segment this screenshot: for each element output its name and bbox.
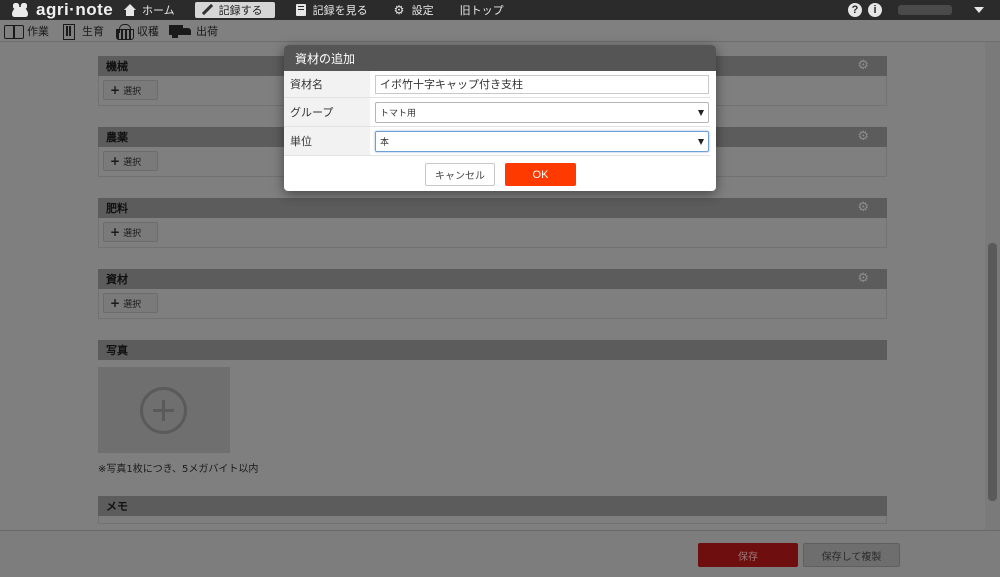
frog-logo-icon — [10, 3, 30, 17]
select-button-label: 選択 — [123, 228, 142, 239]
photo-size-note: ※写真1枚につき、5メガバイト以内 — [98, 464, 259, 475]
material-name-row: 資材名 イボ竹十字キャップ付き支柱 — [284, 71, 710, 98]
book-icon — [295, 4, 307, 16]
select-materials-button[interactable]: + 選択 — [103, 293, 158, 313]
dropdown-arrow-icon — [698, 109, 704, 116]
nav-record-label: 記録する — [218, 4, 263, 17]
group-selected-value: トマト用 — [380, 108, 417, 119]
section-title: 機械 — [106, 60, 128, 73]
record-type-bar: 作業 生育 収穫 出荷 — [0, 20, 1000, 42]
user-name-redacted[interactable] — [898, 5, 952, 15]
select-machinery-button[interactable]: + 選択 — [103, 80, 158, 100]
section-title: 肥料 — [106, 202, 128, 215]
section-memo: メモ — [98, 496, 887, 524]
plus-icon: + — [110, 154, 121, 168]
top-navigation-bar: agri·note ホーム 記録する 記録を見る ⚙ 設定 旧トップ ? i — [0, 0, 1000, 20]
unit-label: 単位 — [284, 127, 370, 155]
subnav-shipping-label: 出荷 — [196, 24, 218, 38]
gear-icon[interactable]: ⚙ — [857, 201, 869, 214]
form-action-bar: 保存 保存して複製 — [0, 530, 1000, 577]
photo-upload-area[interactable] — [98, 367, 230, 453]
select-pesticide-button[interactable]: + 選択 — [103, 151, 158, 171]
nav-record[interactable]: 記録する — [194, 2, 275, 18]
plus-icon: + — [110, 296, 121, 310]
logo-text: agri·note — [36, 0, 114, 19]
section-body: + 選択 — [98, 289, 887, 319]
main-nav: ホーム 記録する 記録を見る ⚙ 設定 旧トップ — [118, 0, 524, 20]
dialog-actions: キャンセル OK — [284, 156, 716, 191]
chevron-down-icon[interactable] — [974, 7, 984, 13]
subnav-harvest[interactable]: 収穫 — [114, 23, 159, 40]
section-materials: 資材 ⚙ + 選択 — [98, 269, 887, 319]
nav-home-label: ホーム — [142, 4, 175, 17]
plus-icon: + — [110, 83, 121, 97]
add-material-dialog: 資材の追加 資材名 イボ竹十字キャップ付き支柱 グループ トマト用 単位 本 キ… — [284, 45, 716, 191]
subnav-shipping[interactable]: 出荷 — [169, 23, 218, 39]
help-icon[interactable]: ? — [848, 3, 862, 17]
section-title: 写真 — [106, 344, 128, 357]
nav-old-top-label: 旧トップ — [459, 4, 504, 17]
nav-home[interactable]: ホーム — [118, 2, 181, 18]
basket-icon — [114, 23, 134, 40]
nav-view-records-label: 記録を見る — [312, 4, 368, 17]
subnav-growth[interactable]: 生育 — [59, 23, 104, 40]
section-title: 農薬 — [106, 131, 128, 144]
material-name-input[interactable]: イボ竹十字キャップ付き支柱 — [375, 74, 709, 94]
section-body: ※写真1枚につき、5メガバイト以内 — [98, 367, 887, 475]
group-row: グループ トマト用 — [284, 98, 710, 127]
book-open-icon — [4, 24, 24, 39]
subnav-work[interactable]: 作業 — [4, 23, 49, 39]
truck-icon — [169, 24, 193, 38]
material-name-label: 資材名 — [284, 71, 370, 97]
ruler-icon — [59, 23, 79, 40]
nav-view-records[interactable]: 記録を見る — [289, 2, 374, 18]
top-right-tools: ? i — [842, 0, 1000, 20]
unit-select[interactable]: 本 — [375, 130, 709, 152]
pencil-icon — [201, 4, 213, 16]
subnav-work-label: 作業 — [27, 24, 49, 38]
subnav-harvest-label: 収穫 — [137, 24, 159, 38]
select-button-label: 選択 — [123, 299, 142, 310]
unit-selected-value: 本 — [380, 137, 390, 148]
cancel-button[interactable]: キャンセル — [425, 163, 495, 186]
section-title: 資材 — [106, 273, 128, 286]
memo-textarea[interactable] — [98, 516, 887, 524]
info-icon[interactable]: i — [868, 3, 882, 17]
select-button-label: 選択 — [123, 157, 142, 168]
nav-old-top[interactable]: 旧トップ — [454, 2, 510, 18]
dialog-title: 資材の追加 — [284, 45, 716, 71]
select-button-label: 選択 — [123, 86, 142, 97]
unit-row: 単位 本 — [284, 127, 710, 156]
gear-icon[interactable]: ⚙ — [857, 272, 869, 285]
home-icon — [124, 4, 136, 16]
section-header: 資材 ⚙ — [98, 269, 887, 289]
section-photos: 写真 ※写真1枚につき、5メガバイト以内 — [98, 340, 887, 475]
section-fertilizer: 肥料 ⚙ + 選択 — [98, 198, 887, 248]
add-photo-icon — [140, 387, 187, 434]
plus-icon: + — [110, 225, 121, 239]
save-button[interactable]: 保存 — [698, 543, 798, 567]
save-and-duplicate-button[interactable]: 保存して複製 — [803, 543, 900, 567]
dropdown-arrow-icon — [698, 138, 704, 145]
nav-settings-label: 設定 — [411, 4, 434, 17]
section-body: + 選択 — [98, 218, 887, 248]
scrollbar-thumb[interactable] — [988, 243, 997, 501]
section-title: メモ — [106, 500, 128, 513]
group-label: グループ — [284, 98, 370, 126]
section-header: 肥料 ⚙ — [98, 198, 887, 218]
section-header: 写真 — [98, 340, 887, 360]
gear-icon[interactable]: ⚙ — [857, 59, 869, 72]
app-logo[interactable]: agri·note — [10, 0, 118, 20]
select-fertilizer-button[interactable]: + 選択 — [103, 222, 158, 242]
nav-settings[interactable]: ⚙ 設定 — [388, 2, 440, 18]
section-header: メモ — [98, 496, 887, 516]
group-select[interactable]: トマト用 — [375, 101, 709, 123]
gear-icon[interactable]: ⚙ — [857, 130, 869, 143]
ok-button[interactable]: OK — [505, 163, 576, 186]
subnav-growth-label: 生育 — [82, 24, 104, 38]
gear-icon: ⚙ — [393, 3, 405, 17]
page-scrollbar[interactable] — [985, 42, 1000, 530]
